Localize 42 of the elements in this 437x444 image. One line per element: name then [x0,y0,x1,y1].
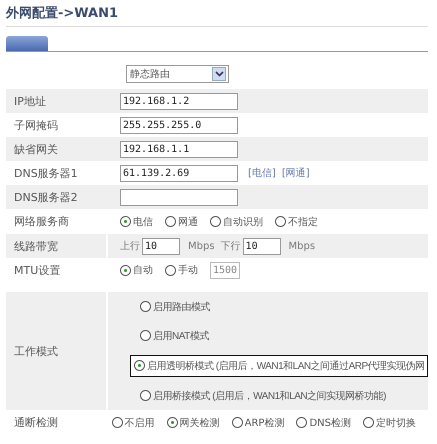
field-label: MTU设置 [14,262,60,278]
radio-option[interactable]: 自动识别 [210,214,263,228]
text-label: 下行 [220,240,241,253]
radio-option[interactable]: 自动 [120,263,153,277]
link[interactable]: [网通] [282,166,310,180]
input-field[interactable] [120,188,238,206]
field-label: 子网掩码 [14,118,58,132]
radio-option[interactable]: 启用NAT模式 [140,328,209,342]
tab[interactable] [6,36,48,51]
radio-option[interactable]: DNS检测 [296,416,351,430]
radio-option[interactable]: 启用透明桥模式 (启用后，WAN1和LAN之间通过ARP代理实现伪网 [134,358,425,372]
radio-option[interactable]: 启用路由模式 [140,300,210,314]
radio-option[interactable]: 定时切换 [363,416,416,430]
field-label: IP地址 [14,94,46,108]
input-field[interactable]: 10 [142,238,180,254]
radio-option[interactable]: 不指定 [275,214,318,228]
radio-option[interactable]: 启用桥接模式 (启用后，WAN1和LAN之间实现网桥功能) [140,388,386,402]
radio-option[interactable]: 不启用 [112,416,155,430]
input-field[interactable]: 61.139.2.69 [120,164,238,182]
field-label: 网络服务商 [14,214,69,229]
link[interactable]: [电信] [248,166,276,180]
page-title: 外网配置->WAN1 [6,3,428,27]
input-field[interactable]: 192.168.1.1 [120,140,238,158]
radio-option[interactable]: 网通 [165,214,198,228]
text-label: Mbps [288,240,316,252]
text-label: Mbps [188,240,215,252]
field-label: 工作模式 [14,344,58,358]
radio-option[interactable]: 手动 [165,263,198,277]
text-label: 上行 [120,240,140,253]
dropdown[interactable]: 静态路由 [126,65,229,83]
input-field[interactable]: 10 [242,238,281,254]
radio-option[interactable]: 电信 [120,214,153,228]
field-label: 通断检测 [14,415,58,430]
field-label: 缺省网关 [14,142,58,156]
radio-option[interactable]: ARP检测 [232,416,284,430]
field-label: DNS服务器1 [14,166,78,180]
radio-option[interactable]: 网关检测 [166,416,220,430]
chevron-down-icon [212,67,226,81]
input-field[interactable]: 192.168.1.2 [120,92,238,110]
field-label: DNS服务器2 [14,190,78,204]
field-label: 线路带宽 [14,238,58,254]
input-field[interactable]: 255.255.255.0 [120,116,238,134]
